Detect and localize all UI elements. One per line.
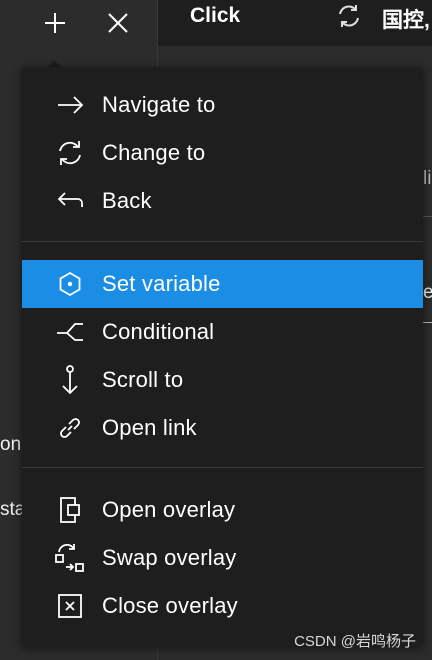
menu-item-back[interactable]: Back	[22, 177, 423, 225]
refresh-icon	[54, 137, 86, 169]
arrow-right-icon	[54, 89, 86, 121]
overlay-group: Open overlay Swap overlay Close overlay	[22, 486, 423, 630]
navigation-group: Navigate to Change to Back	[22, 81, 423, 225]
menu-item-label: Open link	[102, 415, 197, 440]
menu-item-navigate-to[interactable]: Navigate to	[22, 81, 423, 129]
hexagon-dot-icon	[54, 268, 86, 300]
plus-icon[interactable]	[40, 8, 70, 38]
menu-item-conditional[interactable]: Conditional	[22, 308, 423, 356]
anchor-icon	[54, 364, 86, 396]
menu-item-label: Scroll to	[102, 367, 184, 392]
menu-item-label: Swap overlay	[102, 545, 237, 570]
menu-item-open-overlay[interactable]: Open overlay	[22, 486, 423, 534]
menu-item-set-variable[interactable]: Set variable	[22, 260, 423, 308]
menu-separator	[22, 467, 423, 468]
background-fragment: on	[0, 434, 22, 455]
action-group: Set variable Conditional Scroll to Open …	[22, 260, 423, 452]
close-overlay-icon	[54, 590, 86, 622]
branch-icon	[54, 316, 86, 348]
watermark: CSDN @岩鸣杨子	[294, 633, 416, 650]
menu-item-change-to[interactable]: Change to	[22, 129, 423, 177]
menu-item-open-link[interactable]: Open link	[22, 404, 423, 452]
background-fragment: e	[423, 282, 432, 303]
menu-item-label: Close overlay	[102, 593, 238, 618]
menu-item-label: Conditional	[102, 319, 215, 344]
menu-item-scroll-to[interactable]: Scroll to	[22, 356, 423, 404]
menu-item-swap-overlay[interactable]: Swap overlay	[22, 534, 423, 582]
target-text: 国控,	[382, 9, 430, 32]
close-icon[interactable]	[103, 8, 133, 38]
menu-item-label: Set variable	[102, 271, 221, 296]
menu-item-label: Change to	[102, 140, 206, 165]
overlay-icon	[54, 494, 86, 526]
background-fragment: li	[423, 168, 432, 189]
menu-item-close-overlay[interactable]: Close overlay	[22, 582, 423, 630]
swap-icon[interactable]	[334, 1, 364, 31]
action-menu: Navigate to Change to Back Set variable …	[22, 67, 423, 646]
menu-separator	[22, 241, 423, 242]
swap-overlay-icon	[54, 542, 86, 574]
menu-item-label: Back	[102, 188, 152, 213]
menu-item-label: Navigate to	[102, 92, 216, 117]
trigger-label: Click	[190, 4, 241, 27]
link-icon	[54, 412, 86, 444]
menu-item-label: Open overlay	[102, 497, 236, 522]
back-arrow-icon	[54, 185, 86, 217]
